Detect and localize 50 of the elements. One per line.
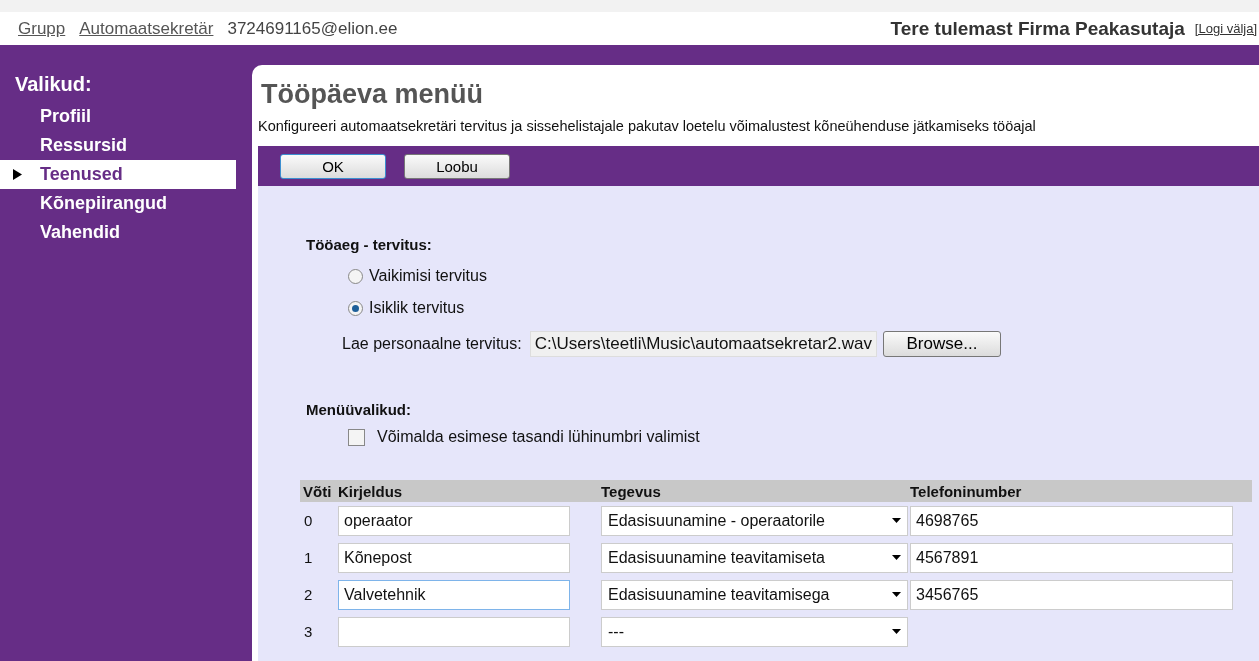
section-heading: Tööaeg - tervitus: <box>306 236 433 253</box>
description-field[interactable]: operaator <box>338 505 570 536</box>
key-number: 1 <box>303 549 314 566</box>
sidebar-item[interactable]: Ressursid <box>0 131 236 160</box>
radio-label: Vaikimisi tervitus <box>369 267 487 285</box>
column-header: Kirjeldus <box>338 482 404 500</box>
column-header: Võti <box>302 482 333 500</box>
sidebar-item[interactable]: Vahendid <box>0 218 236 247</box>
nav-link[interactable]: Automaatsekretär <box>79 18 214 39</box>
key-number: 3 <box>303 623 314 640</box>
section-heading: Menüüvalikud: <box>306 401 412 418</box>
action-dropdown[interactable]: Edasisuunamine teavitamiseta <box>601 542 908 573</box>
sidebar-item[interactable]: Teenused <box>0 160 236 189</box>
ok-button[interactable]: OK <box>280 153 386 179</box>
cancel-button[interactable]: Loobu <box>404 153 510 179</box>
browse-button[interactable]: Browse... <box>882 331 1001 357</box>
sidebar-item[interactable]: Profiil <box>0 102 236 131</box>
key-number: 2 <box>303 586 314 603</box>
page-title: Tööpäeva menüü <box>261 79 485 110</box>
upload-label: Lae personaalne tervitus: <box>342 335 522 353</box>
description-field[interactable]: Valvetehnik <box>338 579 570 610</box>
nav-link[interactable]: Grupp <box>18 18 66 39</box>
column-header: Telefoninumber <box>910 482 1023 500</box>
action-dropdown[interactable]: Edasisuunamine teavitamisega <box>601 579 908 610</box>
file-field[interactable]: C:\Users\teetli\Music\automaatsekretar2.wav <box>529 331 877 357</box>
radio-label: Isiklik tervitus <box>369 299 465 317</box>
account-label: 3724691165@elion.ee <box>227 18 398 39</box>
key-number: 0 <box>303 512 314 529</box>
caret-icon <box>892 555 901 560</box>
arrow-icon <box>13 169 22 180</box>
radio-button[interactable] <box>348 300 363 316</box>
action-dropdown[interactable]: Edasisuunamine - operaatorile <box>601 505 908 536</box>
phone-field[interactable]: 4698765 <box>910 505 1233 536</box>
checkbox-label: Võimalda esimese tasandi lühinumbri valimist <box>377 428 700 446</box>
caret-icon <box>892 629 901 634</box>
caret-icon <box>892 592 901 597</box>
phone-field[interactable]: 4567891 <box>910 542 1233 573</box>
logout-link[interactable]: [Logi välja] <box>1194 21 1257 36</box>
column-header: Tegevus <box>600 482 662 500</box>
caret-icon <box>892 518 901 523</box>
sidebar-item[interactable]: Kõnepiirangud <box>0 189 236 218</box>
page-description: Konfigureeri automaatsekretäri tervitus ja sissehelistajale pakutav loetelu võimalustest kõneühenduse jätkamiseks tööajal <box>258 118 1037 134</box>
description-field[interactable]: Kõnepost <box>338 542 570 573</box>
sidebar-title: Valikud: <box>14 73 93 96</box>
checkbox[interactable] <box>348 428 365 446</box>
action-dropdown[interactable]: --- <box>601 616 908 647</box>
radio-button[interactable] <box>348 268 363 284</box>
description-field[interactable] <box>338 616 570 647</box>
phone-field[interactable]: 3456765 <box>910 579 1233 610</box>
welcome-text: Tere tulemast Firma Peakasutaja <box>890 17 1185 40</box>
